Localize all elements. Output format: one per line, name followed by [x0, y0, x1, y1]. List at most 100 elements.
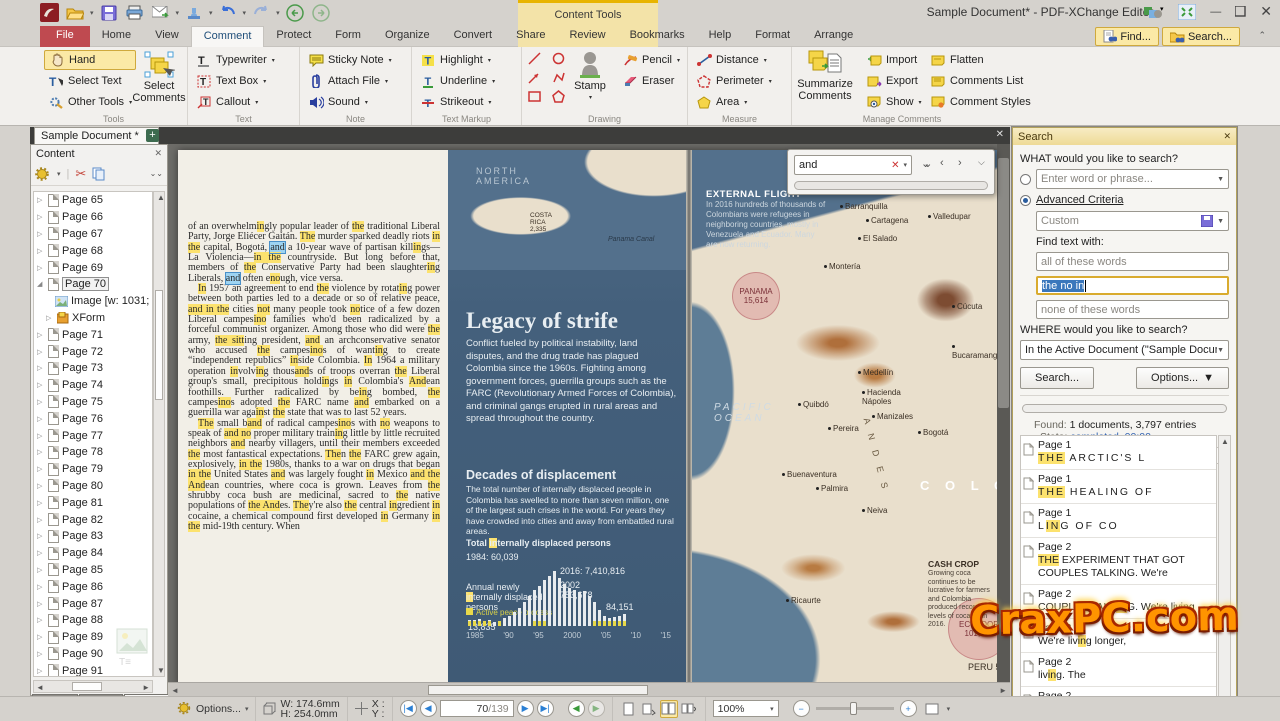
tab-protect[interactable]: Protect: [264, 26, 323, 47]
tree-horizontal-scrollbar[interactable]: ◄►: [33, 680, 153, 693]
tree-item-page-68[interactable]: ▷Page 68: [34, 242, 152, 259]
page-number-input[interactable]: 70/139: [440, 700, 514, 717]
polyline-shape-icon[interactable]: [550, 69, 566, 85]
tree-item-page-87[interactable]: ▷Page 87: [34, 595, 152, 612]
search-button[interactable]: Search...: [1162, 27, 1240, 46]
open-button[interactable]: [64, 2, 86, 23]
tree-item-page-80[interactable]: ▷Page 80: [34, 478, 152, 495]
tab-form[interactable]: Form: [323, 26, 373, 47]
tree-item-page-65[interactable]: ▷Page 65: [34, 192, 152, 209]
tree-item-page-75[interactable]: ▷Page 75: [34, 394, 152, 411]
sound-button[interactable]: Sound▾: [304, 92, 396, 112]
close-panel-icon[interactable]: ✕: [154, 148, 162, 159]
search-result-row[interactable]: Page 2living. The: [1021, 653, 1216, 687]
find-next-button[interactable]: ›: [958, 157, 962, 169]
search-result-row[interactable]: Page 1THE ARCTIC'S L: [1021, 436, 1216, 470]
find-input[interactable]: and ✕ ▾: [794, 155, 912, 175]
comment-styles-button[interactable]: Comment Styles: [926, 92, 1035, 112]
email-dropdown[interactable]: ▾: [176, 9, 180, 17]
tree-item-page-70-selected[interactable]: ◢Page 70: [34, 276, 152, 293]
where-combo[interactable]: In the Active Document ("Sample Document…: [1020, 340, 1229, 360]
last-page-button[interactable]: ▶|: [537, 700, 554, 717]
open-dropdown[interactable]: ▾: [90, 9, 94, 17]
fullscreen-icon[interactable]: [1178, 4, 1196, 20]
tree-item-page-77[interactable]: ▷Page 77: [34, 427, 152, 444]
underline-button[interactable]: TUnderline▾: [416, 71, 499, 91]
tab-share[interactable]: Share: [504, 26, 557, 47]
two-page-view-icon[interactable]: [660, 700, 678, 718]
cut-icon[interactable]: ✂: [75, 166, 86, 182]
previous-page-button[interactable]: ◀: [420, 700, 437, 717]
tree-item-page-73[interactable]: ▷Page 73: [34, 360, 152, 377]
tree-item-page-83[interactable]: ▷Page 83: [34, 528, 152, 545]
redo-dropdown[interactable]: ▾: [276, 9, 280, 17]
tree-item-page-86[interactable]: ▷Page 86: [34, 578, 152, 595]
select-text-button[interactable]: TSelect Text: [44, 71, 136, 91]
zoom-out-button[interactable]: −: [793, 700, 810, 717]
close-search-icon[interactable]: ✕: [1223, 131, 1231, 142]
document-view[interactable]: of an overwhelmingly popular leader of t…: [168, 144, 1010, 682]
tab-home[interactable]: Home: [90, 26, 143, 47]
find-history-dropdown[interactable]: ▾: [903, 161, 907, 169]
tree-item-page-71[interactable]: ▷Page 71: [34, 326, 152, 343]
back-button[interactable]: [284, 2, 306, 23]
eraser-button[interactable]: Eraser: [618, 71, 684, 91]
fit-dropdown[interactable]: ▾: [947, 705, 951, 713]
zoom-in-button[interactable]: +: [900, 700, 917, 717]
sticky-note-button[interactable]: Sticky Note▾: [304, 50, 396, 70]
search-result-row[interactable]: Page 2THE EXPERIMENT THAT GOT COUPLES TA…: [1021, 538, 1216, 585]
tab-format[interactable]: Format: [743, 26, 802, 47]
tab-arrange[interactable]: Arrange: [802, 26, 865, 47]
gear-dropdown[interactable]: ▾: [57, 170, 61, 178]
view-forward-button[interactable]: ▶: [588, 700, 605, 717]
undo-dropdown[interactable]: ▾: [243, 9, 247, 17]
tab-review[interactable]: Review: [557, 26, 617, 47]
search-results-list[interactable]: Page 1THE ARCTIC'S LPage 1THE HEALING OF…: [1020, 435, 1217, 711]
zoom-slider[interactable]: [816, 707, 894, 710]
save-button[interactable]: [98, 2, 120, 23]
tree-item-image[interactable]: Image [w: 1031; h: [34, 293, 152, 310]
circle-shape-icon[interactable]: [550, 50, 566, 66]
select-comments-button[interactable]: Select Comments: [128, 50, 190, 112]
advanced-criteria-link[interactable]: Advanced Criteria: [1036, 194, 1123, 206]
import-comments-button[interactable]: Import: [862, 50, 926, 70]
close-button[interactable]: ✕: [1260, 3, 1272, 20]
any-words-input[interactable]: the no in: [1036, 276, 1229, 295]
tree-item-page-76[interactable]: ▷Page 76: [34, 410, 152, 427]
word-radio[interactable]: [1020, 174, 1031, 185]
forward-button[interactable]: [310, 2, 332, 23]
area-button[interactable]: Area▾: [692, 92, 776, 112]
document-horizontal-scrollbar[interactable]: ◄►: [168, 682, 1010, 696]
properties-gear-icon[interactable]: [35, 167, 51, 181]
export-comments-button[interactable]: Export: [862, 71, 926, 91]
callout-button[interactable]: TCallout▾: [192, 92, 279, 112]
search-options-button[interactable]: Options...▼: [1136, 367, 1229, 389]
tree-item-page-79[interactable]: ▷Page 79: [34, 461, 152, 478]
email-button[interactable]: [150, 2, 172, 23]
comments-list-button[interactable]: Comments List: [926, 71, 1035, 91]
find-options-button[interactable]: ⌄⌄: [921, 157, 932, 170]
clear-find-icon[interactable]: ✕: [891, 160, 899, 171]
continuous-view-icon[interactable]: [640, 700, 658, 718]
first-page-button[interactable]: |◀: [400, 700, 417, 717]
two-page-continuous-icon[interactable]: [680, 700, 698, 718]
other-tools-button[interactable]: Other Tools▾: [44, 92, 136, 112]
tree-item-page-74[interactable]: ▷Page 74: [34, 377, 152, 394]
line-shape-icon[interactable]: [526, 50, 542, 66]
run-search-button[interactable]: Search...: [1020, 367, 1094, 389]
maximize-button[interactable]: [1235, 6, 1246, 17]
pencil-button[interactable]: Pencil▾: [618, 50, 684, 70]
tree-item-page-69[interactable]: ▷Page 69: [34, 259, 152, 276]
close-pane-icon[interactable]: ✕: [996, 129, 1004, 140]
highlight-button[interactable]: THighlight▾: [416, 50, 499, 70]
tab-file[interactable]: File: [40, 26, 90, 47]
zoom-level-select[interactable]: 100%▾: [713, 700, 779, 717]
advanced-radio[interactable]: [1020, 195, 1031, 206]
find-previous-button[interactable]: ‹: [940, 157, 944, 169]
summarize-comments-button[interactable]: Summarize Comments: [792, 50, 858, 112]
print-button[interactable]: [124, 2, 146, 23]
next-page-button[interactable]: ▶: [517, 700, 534, 717]
tree-item-page-67[interactable]: ▷Page 67: [34, 226, 152, 243]
tab-organize[interactable]: Organize: [373, 26, 442, 47]
tree-item-page-84[interactable]: ▷Page 84: [34, 545, 152, 562]
